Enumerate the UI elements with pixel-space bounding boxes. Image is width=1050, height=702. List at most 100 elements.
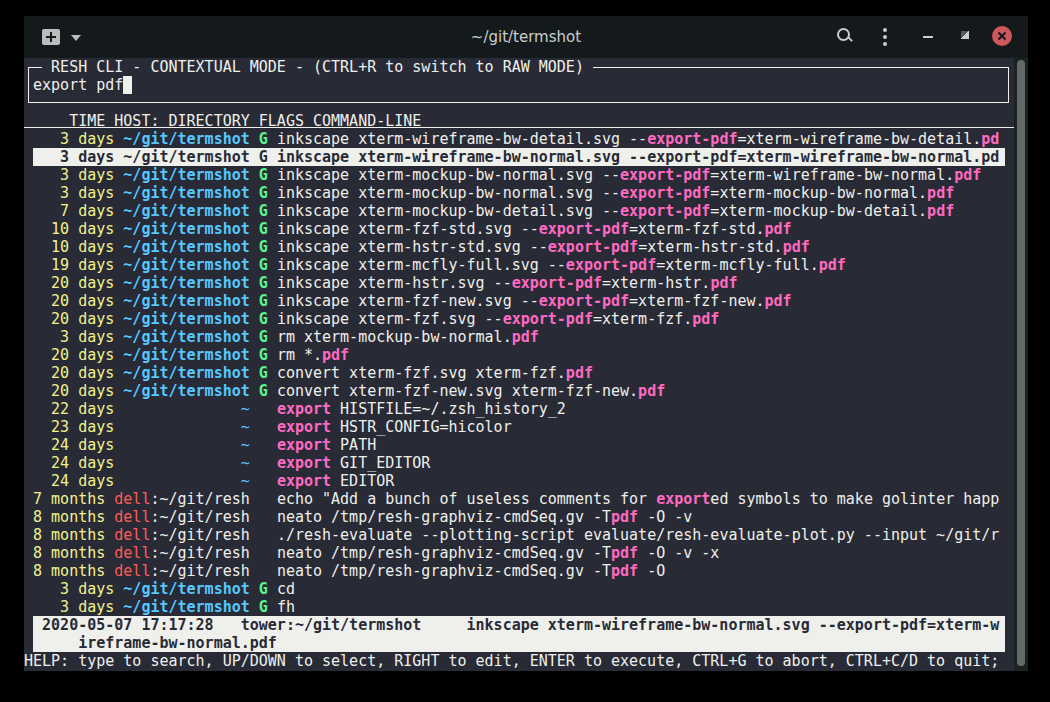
history-row[interactable]: 20 days ~/git/termshot G convert xterm-f… bbox=[24, 382, 1000, 400]
row-command: -O -v bbox=[638, 508, 692, 526]
row-command-match: export bbox=[277, 454, 331, 472]
history-row[interactable]: 20 days ~/git/termshot G convert xterm-f… bbox=[24, 364, 1000, 382]
row-flags: G bbox=[259, 364, 268, 382]
history-row[interactable]: 3 days ~/git/termshot G cd bbox=[24, 580, 1000, 598]
history-row[interactable]: 19 days ~/git/termshot G inkscape xterm-… bbox=[24, 256, 1000, 274]
row-command-match: pdf bbox=[710, 274, 737, 292]
row-flags: G bbox=[259, 238, 268, 256]
history-row[interactable]: 8 months dell:~/git/resh neato /tmp/resh… bbox=[24, 544, 1000, 562]
row-time: 3 days bbox=[24, 130, 114, 148]
row-command-match: export bbox=[277, 400, 331, 418]
history-row[interactable]: 10 days ~/git/termshot G inkscape xterm-… bbox=[24, 238, 1000, 256]
history-row[interactable]: 8 months dell:~/git/resh ./resh-evaluate… bbox=[24, 526, 1000, 544]
row-time: 24 days bbox=[24, 436, 114, 454]
row-command: rm *. bbox=[277, 346, 322, 364]
row-command: inkscape xterm-wireframe-bw-normal.svg -… bbox=[277, 148, 647, 166]
history-row[interactable]: 20 days ~/git/termshot G inkscape xterm-… bbox=[24, 274, 1000, 292]
row-directory: :~/git/resh bbox=[150, 562, 249, 580]
terminal: RESH CLI - CONTEXTUAL MODE - (CTRL+R to … bbox=[24, 58, 1028, 671]
row-time: 10 days bbox=[24, 238, 114, 256]
row-directory: ~ bbox=[114, 436, 249, 454]
history-row[interactable]: 20 days ~/git/termshot G inkscape xterm-… bbox=[24, 310, 1000, 328]
row-time: 3 days bbox=[24, 184, 114, 202]
restore-button[interactable] bbox=[961, 31, 969, 39]
row-command-match: pdf bbox=[322, 346, 349, 364]
row-flags: G bbox=[259, 292, 268, 310]
row-command: inkscape xterm-mockup-bw-detail.svg -- bbox=[277, 202, 620, 220]
row-time: 8 months bbox=[24, 544, 114, 562]
row-directory: ~/git/termshot bbox=[114, 184, 249, 202]
row-directory: ~ bbox=[114, 418, 249, 436]
table-header-text: TIME HOST: DIRECTORY FLAGS COMMAND-LINE bbox=[24, 112, 421, 130]
history-row[interactable]: 3 days ~/git/termshot G fh bbox=[24, 598, 1000, 616]
row-flags: G bbox=[259, 346, 268, 364]
row-directory: ~/git/termshot bbox=[114, 202, 249, 220]
row-command: ./resh-evaluate --plotting-script evalua… bbox=[277, 526, 1000, 544]
row-flags bbox=[259, 490, 268, 508]
row-flags: G bbox=[259, 328, 268, 346]
row-directory: ~/git/termshot bbox=[114, 148, 249, 166]
scrollbar[interactable] bbox=[1014, 58, 1028, 671]
row-command-match: export bbox=[277, 436, 331, 454]
row-command: =xterm-mockup-bw-normal. bbox=[710, 184, 927, 202]
row-time: 24 days bbox=[24, 454, 114, 472]
row-command-match: export-pdf bbox=[566, 256, 656, 274]
row-command: inkscape xterm-hstr.svg -- bbox=[277, 274, 512, 292]
row-command: inkscape xterm-hstr-std.svg -- bbox=[277, 238, 548, 256]
help-line: HELP: type to search, UP/DOWN to select,… bbox=[24, 652, 1000, 670]
history-row[interactable]: 10 days ~/git/termshot G inkscape xterm-… bbox=[24, 220, 1000, 238]
history-row[interactable]: 20 days ~/git/termshot G rm *.pdf bbox=[24, 346, 1000, 364]
row-command-match: pdf bbox=[765, 292, 792, 310]
query-input-line[interactable]: export pdf bbox=[24, 76, 1000, 94]
row-command-match: pdf bbox=[692, 310, 719, 328]
row-command: inkscape xterm-wireframe-bw-detail.svg -… bbox=[277, 130, 647, 148]
row-command: =xterm-mockup-bw-detail. bbox=[710, 202, 927, 220]
row-flags: G bbox=[259, 598, 268, 616]
row-flags: G bbox=[259, 310, 268, 328]
row-directory: ~/git/termshot bbox=[114, 130, 249, 148]
row-time: 20 days bbox=[24, 292, 114, 310]
history-row[interactable]: 8 months dell:~/git/resh neato /tmp/resh… bbox=[24, 562, 1000, 580]
history-row[interactable]: 7 days ~/git/termshot G inkscape xterm-m… bbox=[24, 202, 1000, 220]
row-command-match: export-pdf bbox=[503, 310, 593, 328]
row-directory: dell bbox=[114, 526, 150, 544]
row-command: fh bbox=[277, 598, 295, 616]
row-command: -O bbox=[638, 562, 665, 580]
status-line-2: ireframe-bw-normal.pdf bbox=[24, 634, 1000, 652]
row-command: =xterm-hstr-std. bbox=[638, 238, 783, 256]
row-time: 20 days bbox=[24, 382, 114, 400]
row-flags bbox=[259, 544, 268, 562]
row-command: =xterm-hstr. bbox=[602, 274, 710, 292]
row-command-match: pdf bbox=[981, 130, 1000, 148]
row-directory: ~/git/termshot bbox=[114, 382, 249, 400]
history-row[interactable]: 3 days ~/git/termshot G inkscape xterm-m… bbox=[24, 184, 1000, 202]
history-row[interactable]: 3 days ~/git/termshot G inkscape xterm-w… bbox=[24, 130, 1000, 148]
row-command: neato /tmp/resh-graphviz-cmdSeq.gv -T bbox=[277, 544, 611, 562]
row-command: neato /tmp/resh-graphviz-cmdSeq.gv -T bbox=[277, 562, 611, 580]
history-row[interactable]: 24 days ~ export EDITOR bbox=[24, 472, 1000, 490]
history-row[interactable]: 8 months dell:~/git/resh neato /tmp/resh… bbox=[24, 508, 1000, 526]
row-command: cd bbox=[277, 580, 295, 598]
search-icon[interactable] bbox=[836, 27, 854, 45]
query-box-label: RESH CLI - CONTEXTUAL MODE - (CTRL+R to … bbox=[42, 58, 593, 76]
history-row[interactable]: 3 days ~/git/termshot G rm xterm-mockup-… bbox=[24, 328, 1000, 346]
row-command-match: export-pdf bbox=[620, 184, 710, 202]
kebab-menu-icon[interactable] bbox=[883, 28, 887, 46]
scrollbar-thumb[interactable] bbox=[1017, 60, 1025, 666]
row-command: ed symbols to make golinter happy" bbox=[710, 490, 1000, 508]
row-command-match: pdf bbox=[927, 202, 954, 220]
history-row[interactable]: 7 months dell:~/git/resh echo "Add a bun… bbox=[24, 490, 1000, 508]
history-row[interactable]: 24 days ~ export PATH bbox=[24, 436, 1000, 454]
minimize-button[interactable] bbox=[923, 36, 933, 38]
row-command: convert xterm-fzf.svg xterm-fzf. bbox=[277, 364, 566, 382]
history-row[interactable]: 3 days ~/git/termshot G inkscape xterm-m… bbox=[24, 166, 1000, 184]
row-command: =xterm-fzf. bbox=[593, 310, 692, 328]
row-time: 24 days bbox=[24, 472, 114, 490]
history-row[interactable]: 24 days ~ export GIT_EDITOR bbox=[24, 454, 1000, 472]
history-row[interactable]: 22 days ~ export HISTFILE=~/.zsh_history… bbox=[24, 400, 1000, 418]
close-button[interactable] bbox=[992, 26, 1012, 46]
history-row[interactable]: 23 days ~ export HSTR_CONFIG=hicolor bbox=[24, 418, 1000, 436]
history-row[interactable]: 20 days ~/git/termshot G inkscape xterm-… bbox=[24, 292, 1000, 310]
row-time: 20 days bbox=[24, 310, 114, 328]
history-row[interactable]: 3 days ~/git/termshot G inkscape xterm-w… bbox=[24, 148, 1000, 166]
